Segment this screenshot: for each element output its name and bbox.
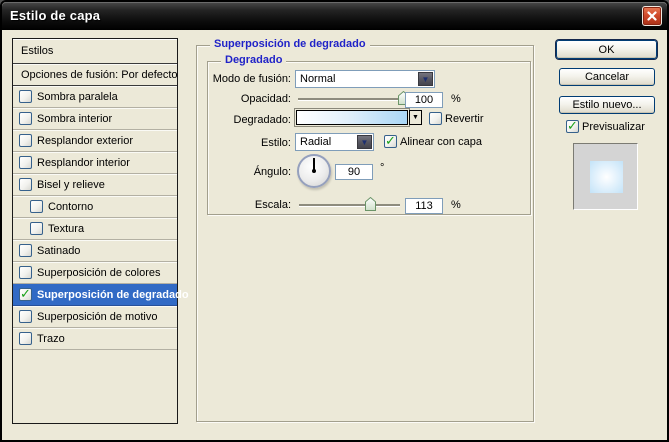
- cancel-button[interactable]: Cancelar: [559, 68, 655, 86]
- checkbox-unchecked[interactable]: [19, 266, 32, 279]
- angle-dial[interactable]: [297, 154, 331, 188]
- scale-slider-thumb[interactable]: [365, 196, 376, 211]
- checkbox-unchecked[interactable]: [19, 310, 32, 323]
- inner-group-title: Degradado: [221, 54, 287, 66]
- ok-button[interactable]: OK: [556, 40, 657, 59]
- angle-label: Ángulo:: [253, 166, 291, 178]
- checkbox-unchecked[interactable]: [19, 134, 32, 147]
- chevron-down-icon[interactable]: ▼: [357, 135, 372, 149]
- align-with-layer-checkbox[interactable]: [384, 133, 397, 149]
- blend-mode-value: Normal: [300, 73, 336, 85]
- sidebar-item-label: Bisel y relieve: [37, 178, 105, 191]
- style-preview-well: [573, 143, 638, 210]
- preview-checkbox[interactable]: [566, 118, 579, 134]
- scale-slider-track[interactable]: [299, 204, 400, 206]
- sidebar-item-satinado[interactable]: Satinado: [13, 240, 177, 262]
- sidebar-item-label: Superposición de colores: [37, 266, 161, 279]
- sidebar-item-label: Satinado: [37, 244, 81, 257]
- layer-style-dialog: Estilo de capa Estilos Opciones de fusió…: [0, 0, 669, 442]
- preview-label: Previsualizar: [582, 120, 645, 133]
- align-with-layer-label: Alinear con capa: [400, 135, 482, 148]
- styles-list: Estilos Opciones de fusión: Por defecto …: [12, 38, 189, 424]
- opacity-slider-track[interactable]: [298, 98, 406, 100]
- sidebar-item-estilos[interactable]: Estilos: [13, 39, 177, 64]
- gradient-settings-group: Degradado Modo de fusión: Normal ▼ Opaci…: [207, 54, 531, 215]
- close-button[interactable]: [642, 6, 662, 26]
- sidebar-item-sombra-interior[interactable]: Sombra interior: [13, 108, 177, 130]
- sidebar-item-resplandor-interior[interactable]: Resplandor interior: [13, 152, 177, 174]
- checkbox-unchecked[interactable]: [30, 200, 43, 213]
- sidebar-item-label: Superposición de degradado: [37, 288, 189, 301]
- sidebar-item-label: Estilos: [21, 45, 54, 57]
- reverse-checkbox-group[interactable]: Revertir: [429, 112, 484, 125]
- scale-label: Escala:: [254, 199, 291, 211]
- sidebar-item-label: Resplandor interior: [37, 156, 130, 169]
- style-label: Estilo:: [261, 137, 291, 149]
- sidebar-item-label: Sombra interior: [37, 112, 113, 125]
- checkbox-unchecked[interactable]: [19, 244, 32, 257]
- sidebar-item-superposicion-colores[interactable]: Superposición de colores: [13, 262, 177, 284]
- opacity-value-input[interactable]: [405, 92, 443, 108]
- angle-hub: [312, 169, 316, 173]
- sidebar-item-contorno[interactable]: Contorno: [13, 196, 177, 218]
- blend-mode-label: Modo de fusión:: [212, 73, 291, 85]
- sidebar-item-opciones-fusion[interactable]: Opciones de fusión: Por defecto: [13, 64, 178, 86]
- dialog-body: Estilos Opciones de fusión: Por defecto …: [2, 30, 667, 440]
- checkbox-unchecked[interactable]: [19, 90, 32, 103]
- group-title: Superposición de degradado: [210, 38, 370, 50]
- scale-value-input[interactable]: [405, 198, 443, 214]
- close-icon: [647, 11, 657, 21]
- reverse-label: Revertir: [445, 112, 484, 125]
- sidebar-item-label: Sombra paralela: [37, 90, 118, 103]
- new-style-button[interactable]: Estilo nuevo...: [559, 96, 655, 114]
- gradient-preview-bar[interactable]: [294, 108, 410, 127]
- gradient-picker: ▼: [294, 108, 422, 127]
- checkbox-unchecked[interactable]: [19, 156, 32, 169]
- sidebar-item-label: Trazo: [37, 332, 65, 345]
- gradient-picker-arrow-icon[interactable]: ▼: [409, 110, 422, 125]
- checkbox-unchecked[interactable]: [30, 222, 43, 235]
- slider-thumb-icon: [365, 196, 376, 211]
- scale-unit: %: [451, 199, 461, 211]
- checkbox-unchecked[interactable]: [19, 178, 32, 191]
- checkbox-unchecked[interactable]: [19, 112, 32, 125]
- sidebar-empty-area: [13, 350, 177, 423]
- sidebar-item-superposicion-motivo[interactable]: Superposición de motivo: [13, 306, 177, 328]
- sidebar-item-bisel-y-relieve[interactable]: Bisel y relieve: [13, 174, 177, 196]
- reverse-checkbox[interactable]: [429, 112, 442, 125]
- sidebar-item-label: Superposición de motivo: [37, 310, 158, 323]
- checkbox-checked[interactable]: [19, 286, 32, 302]
- sidebar-item-label: Resplandor exterior: [37, 134, 133, 147]
- dialog-title: Estilo de capa: [10, 8, 101, 23]
- gradient-label: Degradado:: [233, 114, 292, 126]
- align-with-layer-checkbox-group[interactable]: Alinear con capa: [384, 133, 482, 149]
- chevron-down-icon[interactable]: ▼: [418, 72, 433, 86]
- blend-mode-dropdown[interactable]: Normal ▼: [295, 70, 435, 88]
- gradient-preview-swatch: [590, 161, 623, 193]
- sidebar-item-label: Opciones de fusión: Por defecto: [21, 68, 178, 81]
- sidebar-item-label: Contorno: [48, 200, 94, 213]
- sidebar-item-trazo[interactable]: Trazo: [13, 328, 177, 350]
- angle-unit: °: [380, 162, 385, 174]
- sidebar-item-resplandor-exterior[interactable]: Resplandor exterior: [13, 130, 177, 152]
- sidebar-item-textura[interactable]: Textura: [13, 218, 177, 240]
- sidebar-item-sombra-paralela[interactable]: Sombra paralela: [13, 86, 177, 108]
- style-dropdown[interactable]: Radial ▼: [295, 133, 374, 151]
- opacity-label: Opacidad:: [240, 93, 291, 105]
- gradient-overlay-group: Superposición de degradado Degradado Mod…: [196, 38, 534, 422]
- preview-checkbox-group[interactable]: Previsualizar: [566, 118, 645, 134]
- titlebar[interactable]: Estilo de capa: [2, 2, 667, 30]
- sidebar-item-superposicion-degradado[interactable]: Superposición de degradado: [13, 284, 189, 306]
- angle-value-input[interactable]: [335, 164, 373, 180]
- sidebar-item-label: Textura: [48, 222, 85, 235]
- checkbox-unchecked[interactable]: [19, 332, 32, 345]
- opacity-unit: %: [451, 93, 461, 105]
